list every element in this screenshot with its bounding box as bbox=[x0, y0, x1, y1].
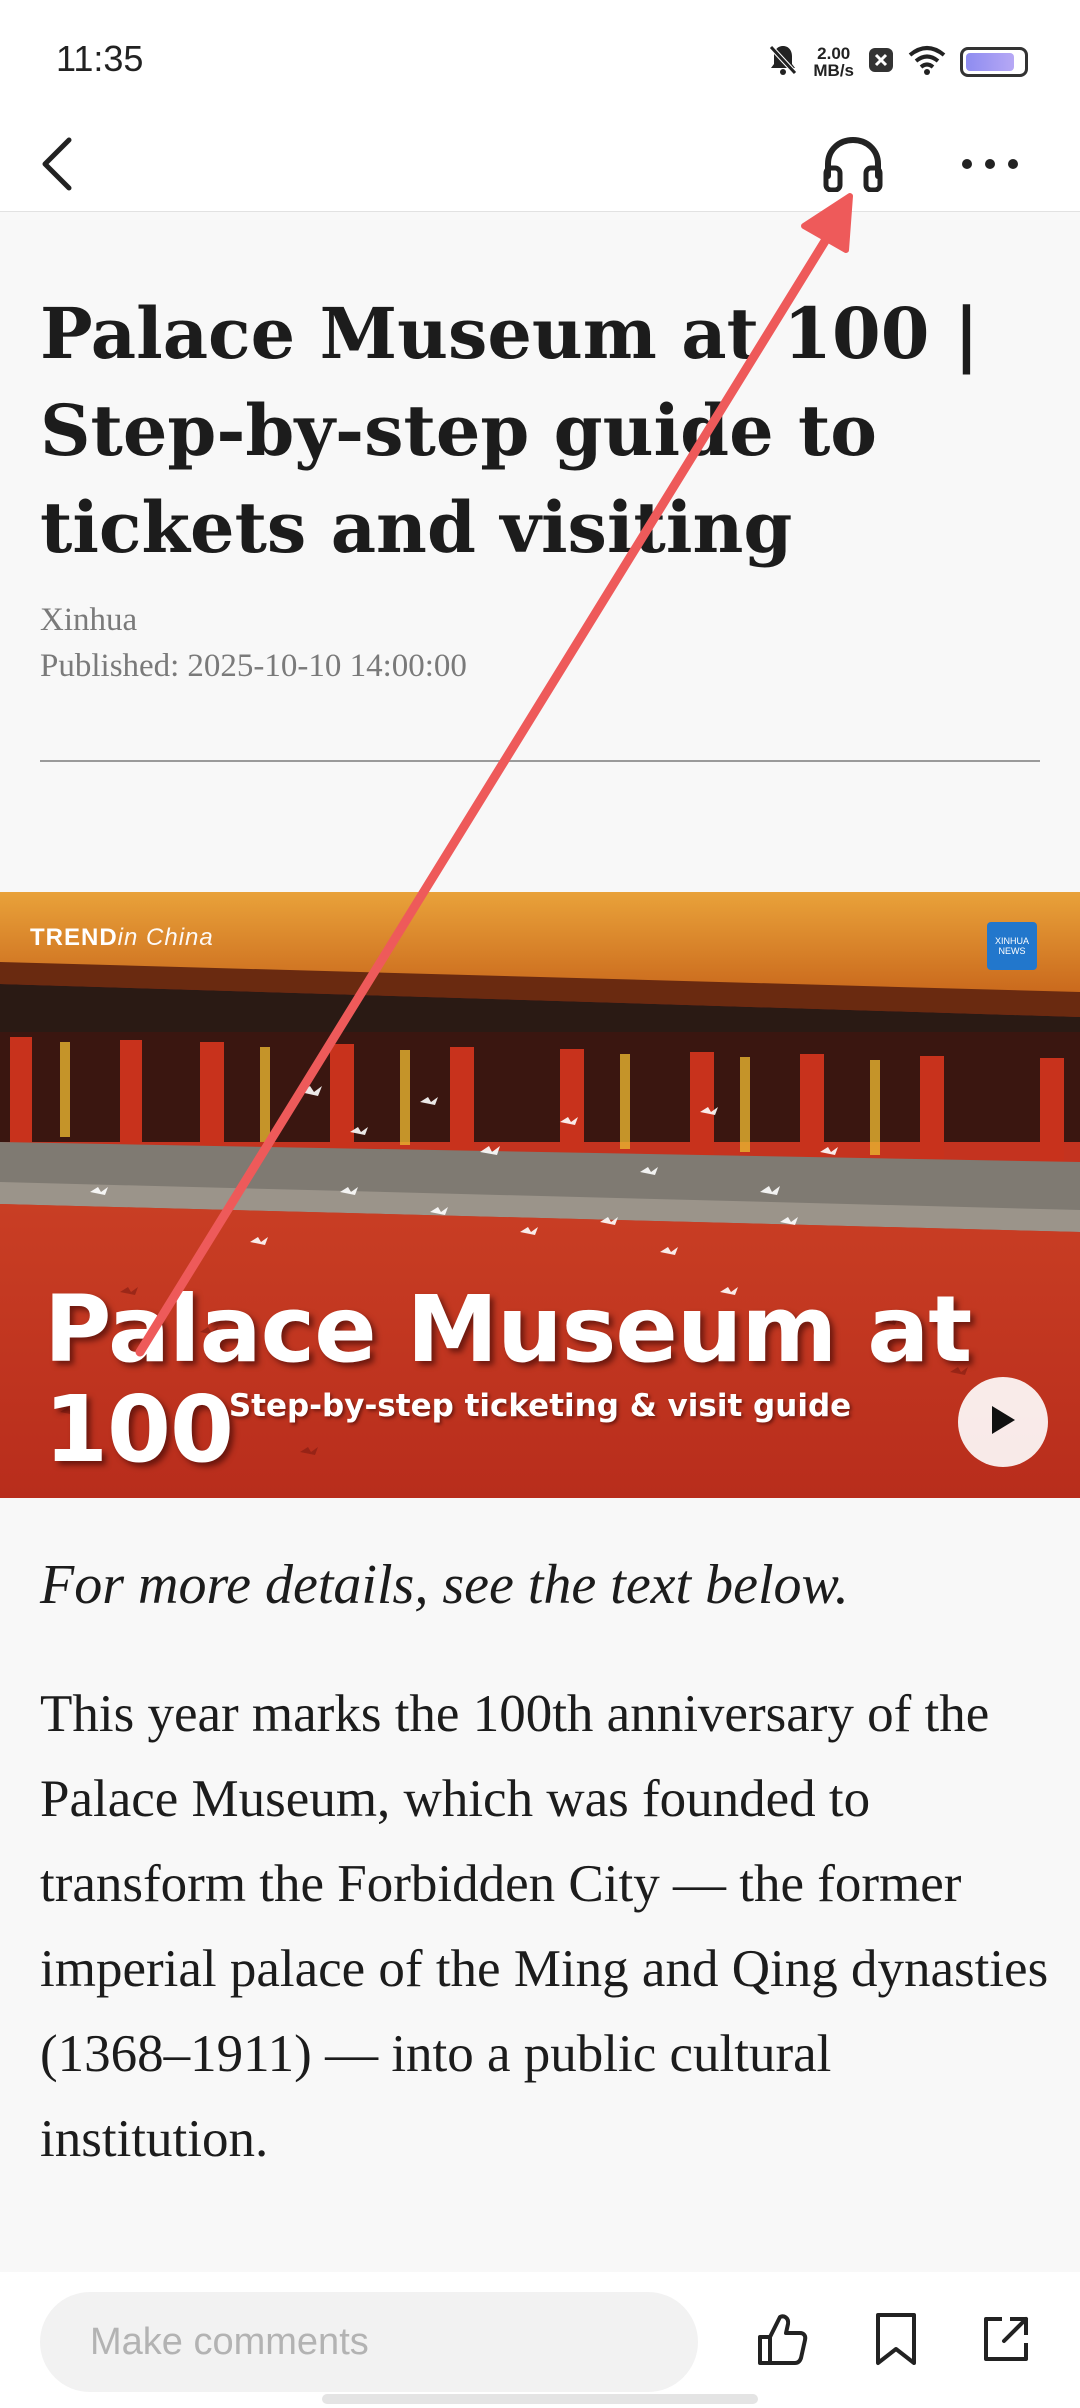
back-arrow-icon bbox=[37, 136, 77, 197]
article-published: Published: 2025-10-10 14:00:00 bbox=[40, 648, 467, 685]
article-body: This year marks the 100th anniversary of… bbox=[40, 1685, 1049, 2168]
share-button[interactable] bbox=[966, 2298, 1046, 2384]
article-source[interactable]: Xinhua bbox=[40, 602, 137, 639]
xinhua-logo: XINHUA NEWS bbox=[987, 922, 1037, 970]
net-speed-value: 2.00 bbox=[817, 44, 851, 63]
published-date: 2025-10-10 14:00:00 bbox=[187, 648, 467, 684]
logo-top-text: XINHUA bbox=[994, 936, 1029, 946]
more-button[interactable] bbox=[950, 128, 1030, 204]
more-icon bbox=[960, 157, 1020, 176]
video-subtitle: Step-by-step ticketing & visit guide bbox=[228, 1388, 852, 1424]
wifi-icon bbox=[908, 45, 946, 80]
logo-bottom-text: NEWS bbox=[998, 946, 1026, 956]
bell-muted-icon bbox=[767, 43, 799, 82]
net-speed: 2.00 MB/s bbox=[813, 45, 854, 79]
status-icons: 2.00 MB/s bbox=[767, 40, 1028, 84]
bookmark-icon bbox=[872, 2311, 920, 2372]
article-divider bbox=[40, 760, 1040, 762]
comment-input[interactable] bbox=[40, 2292, 698, 2392]
play-icon bbox=[988, 1403, 1018, 1442]
top-nav bbox=[0, 120, 1080, 212]
article-lead: For more details, see the text below. bbox=[40, 1554, 849, 1616]
bookmark-button[interactable] bbox=[856, 2298, 936, 2384]
listen-button[interactable] bbox=[815, 128, 891, 204]
close-box-icon bbox=[868, 47, 894, 78]
status-bar: 11:35 2.00 MB/s bbox=[0, 0, 1080, 120]
back-button[interactable] bbox=[22, 128, 92, 204]
bottom-bar bbox=[0, 2272, 1080, 2408]
video-brand: TRENDin China bbox=[30, 924, 214, 952]
share-icon bbox=[980, 2313, 1032, 2370]
net-speed-unit: MB/s bbox=[813, 61, 854, 80]
headphones-icon bbox=[822, 136, 884, 197]
status-time: 11:35 bbox=[56, 38, 144, 79]
battery-icon bbox=[960, 47, 1028, 77]
thumbs-up-icon bbox=[754, 2311, 810, 2372]
published-label: Published: bbox=[40, 648, 180, 684]
video-title: Palace Museum at 100 bbox=[44, 1276, 972, 1483]
article-title: Palace Museum at 100 | Step-by-step guid… bbox=[40, 292, 980, 569]
play-button[interactable] bbox=[958, 1377, 1048, 1467]
home-indicator bbox=[322, 2394, 758, 2404]
video-brand-rest: in China bbox=[117, 924, 214, 951]
like-button[interactable] bbox=[742, 2298, 822, 2384]
video-brand-bold: TREND bbox=[30, 924, 118, 951]
